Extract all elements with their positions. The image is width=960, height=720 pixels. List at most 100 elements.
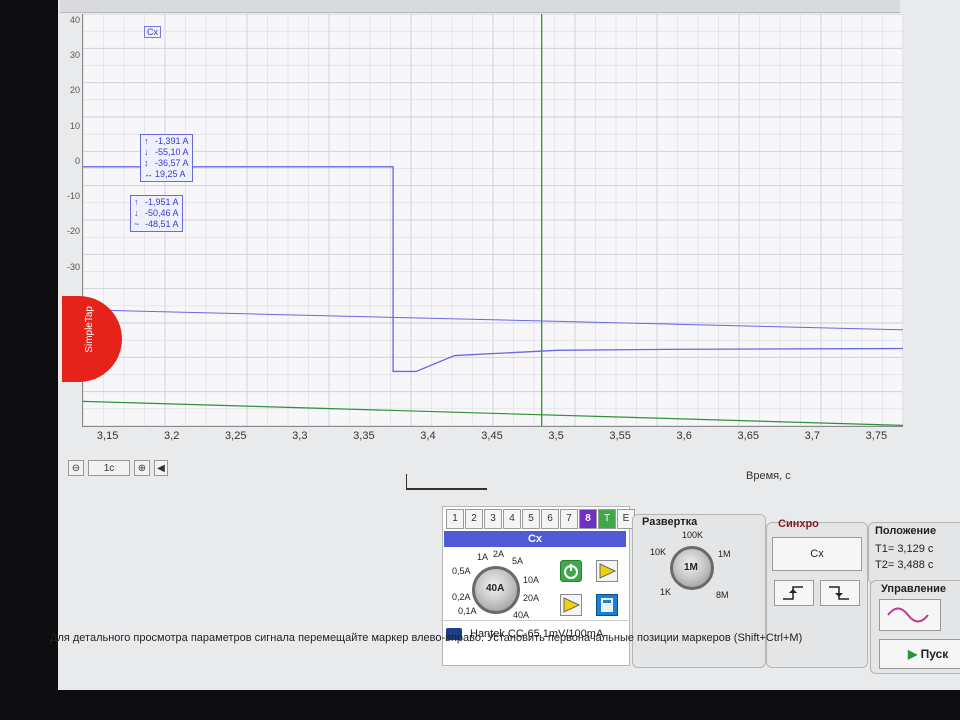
- tab-channel-1[interactable]: 1: [446, 509, 464, 529]
- multiply-icon[interactable]: [596, 560, 618, 582]
- y-tick-label: 30: [69, 50, 80, 61]
- measure-row: ↓ -50,46 A: [134, 208, 179, 219]
- measure-value: -50,46 A: [145, 208, 179, 218]
- sweep-label: 1M: [718, 549, 731, 559]
- tab-channel-2[interactable]: 2: [465, 509, 483, 529]
- x-tick-label: 3,65: [737, 430, 759, 442]
- measure-value: -48,51 A: [145, 219, 179, 229]
- min-icon: ↓: [134, 208, 139, 218]
- measure-row: ↑ -1,391 A: [144, 136, 189, 147]
- calculator-icon[interactable]: [596, 594, 618, 616]
- range-label: 0,5A: [452, 566, 471, 576]
- channel-tag: Cx: [144, 26, 161, 38]
- sync-title: Синхро: [778, 518, 819, 530]
- control-title: Управление: [881, 583, 947, 595]
- position-title: Положение: [875, 525, 937, 537]
- falling-edge-icon[interactable]: [820, 580, 860, 606]
- toolbar: [60, 0, 900, 13]
- oscilloscope-plot[interactable]: [82, 14, 903, 427]
- y-tick-label: 40: [69, 15, 80, 26]
- x-tick-label: 3,35: [353, 430, 375, 442]
- range-label: 0,2A: [452, 592, 471, 602]
- zoom-in-icon[interactable]: ⊕: [134, 460, 150, 476]
- sweep-title: Развертка: [642, 516, 698, 528]
- x-tick-label: 3,45: [481, 430, 503, 442]
- measurement-box-2[interactable]: ↑ -1,951 A ↓ -50,46 A ~ -48,51 A: [130, 195, 183, 232]
- x-tick-label: 3,7: [804, 430, 820, 442]
- timebase-field[interactable]: 1c: [88, 460, 130, 476]
- measure-row: ↑ -1,951 A: [134, 197, 179, 208]
- monitor-bezel: [0, 690, 960, 720]
- measure-row: ~ -48,51 A: [134, 219, 179, 230]
- sweep-label: 1K: [660, 587, 672, 597]
- plot-canvas[interactable]: [83, 14, 903, 426]
- measurement-box-1[interactable]: ↑ -1,391 A ↓ -55,10 A ↕ -36,57 A ↔ 19,25 A: [140, 134, 193, 182]
- scroll-left-icon[interactable]: ◀: [154, 460, 168, 476]
- power-icon[interactable]: [560, 560, 582, 582]
- y-tick-label: 0: [74, 155, 80, 166]
- t2-readout: T2= 3,488 c: [875, 559, 934, 571]
- y-tick-label: 10: [69, 120, 80, 131]
- range-icon: ↔: [144, 169, 153, 179]
- y-tick-label: -10: [66, 191, 80, 202]
- x-tick-label: 3,75: [865, 430, 888, 442]
- range-label: 2A: [493, 549, 505, 559]
- y-tick-label: -30: [66, 261, 80, 272]
- x-tick-label: 3,2: [164, 430, 180, 442]
- max-icon: ↑: [134, 197, 139, 207]
- measure-row: ↔ 19,25 A: [144, 169, 189, 180]
- range-label: 40A: [513, 610, 530, 620]
- range-label: 0,1A: [458, 606, 477, 616]
- timebase-nav: ⊖ 1c ⊕ ◀: [68, 459, 168, 477]
- run-label: Пуск: [920, 647, 949, 661]
- y-tick-label: -20: [66, 226, 80, 237]
- tab-channel-4[interactable]: 4: [503, 509, 521, 529]
- range-label: 10A: [523, 575, 540, 585]
- math-icon[interactable]: [560, 594, 582, 616]
- tab-channel-8[interactable]: 8: [579, 509, 597, 529]
- control-panel: Управление ▶ Пуск: [870, 580, 960, 674]
- x-axis-label: Время, с: [746, 470, 791, 482]
- sweep-label: 100K: [682, 530, 704, 540]
- collapse-icon[interactable]: ⊖: [68, 460, 84, 476]
- measure-value: 19,25 A: [155, 169, 186, 179]
- status-bar: Для детального просмотра параметров сигн…: [50, 632, 803, 644]
- sweep-knob-value: 1M: [684, 562, 698, 573]
- sweep-label: 10K: [650, 547, 667, 557]
- play-icon: ▶: [908, 647, 918, 661]
- max-icon: ↑: [144, 136, 149, 146]
- x-tick-label: 3,5: [548, 430, 564, 442]
- range-label: 20A: [523, 593, 540, 603]
- channel-tabs: 1 2 3 4 5 6 7 8 T E: [446, 509, 635, 529]
- horizontal-scrollbar[interactable]: [406, 474, 487, 490]
- y-tick-label: 20: [69, 85, 80, 96]
- delta-icon: ↕: [144, 158, 149, 168]
- sync-source-button[interactable]: Cx: [772, 537, 862, 571]
- measure-value: -55,10 A: [155, 147, 189, 157]
- x-tick-label: 3,3: [292, 430, 308, 442]
- x-tick-label: 3,55: [609, 430, 631, 442]
- range-label: 5A: [512, 556, 524, 566]
- tab-channel-6[interactable]: 6: [541, 509, 559, 529]
- measure-row: ↕ -36,57 A: [144, 158, 189, 169]
- x-tick-label: 3,25: [225, 430, 247, 442]
- measure-value: -1,951 A: [145, 197, 179, 207]
- measure-value: -36,57 A: [155, 158, 189, 168]
- x-tick-label: 3,4: [420, 430, 436, 442]
- rising-edge-icon[interactable]: [774, 580, 814, 606]
- range-knob-value: 40A: [486, 583, 505, 594]
- tab-channel-7[interactable]: 7: [560, 509, 578, 529]
- average-icon: ~: [134, 219, 140, 229]
- channel-header: Cx: [444, 531, 626, 547]
- sweep-label: 8M: [716, 590, 729, 600]
- simpletap-label: SimpleTap: [84, 306, 95, 353]
- tab-trigger[interactable]: T: [598, 509, 616, 529]
- tab-channel-5[interactable]: 5: [522, 509, 540, 529]
- waveform-icon[interactable]: [879, 599, 941, 631]
- measure-value: -1,391 A: [155, 136, 189, 146]
- position-panel: Положение T1= 3,129 c T2= 3,488 c: [868, 522, 960, 584]
- tab-channel-3[interactable]: 3: [484, 509, 502, 529]
- t1-readout: T1= 3,129 c: [875, 543, 934, 555]
- min-icon: ↓: [144, 147, 149, 157]
- x-tick-label: 3,6: [676, 430, 692, 442]
